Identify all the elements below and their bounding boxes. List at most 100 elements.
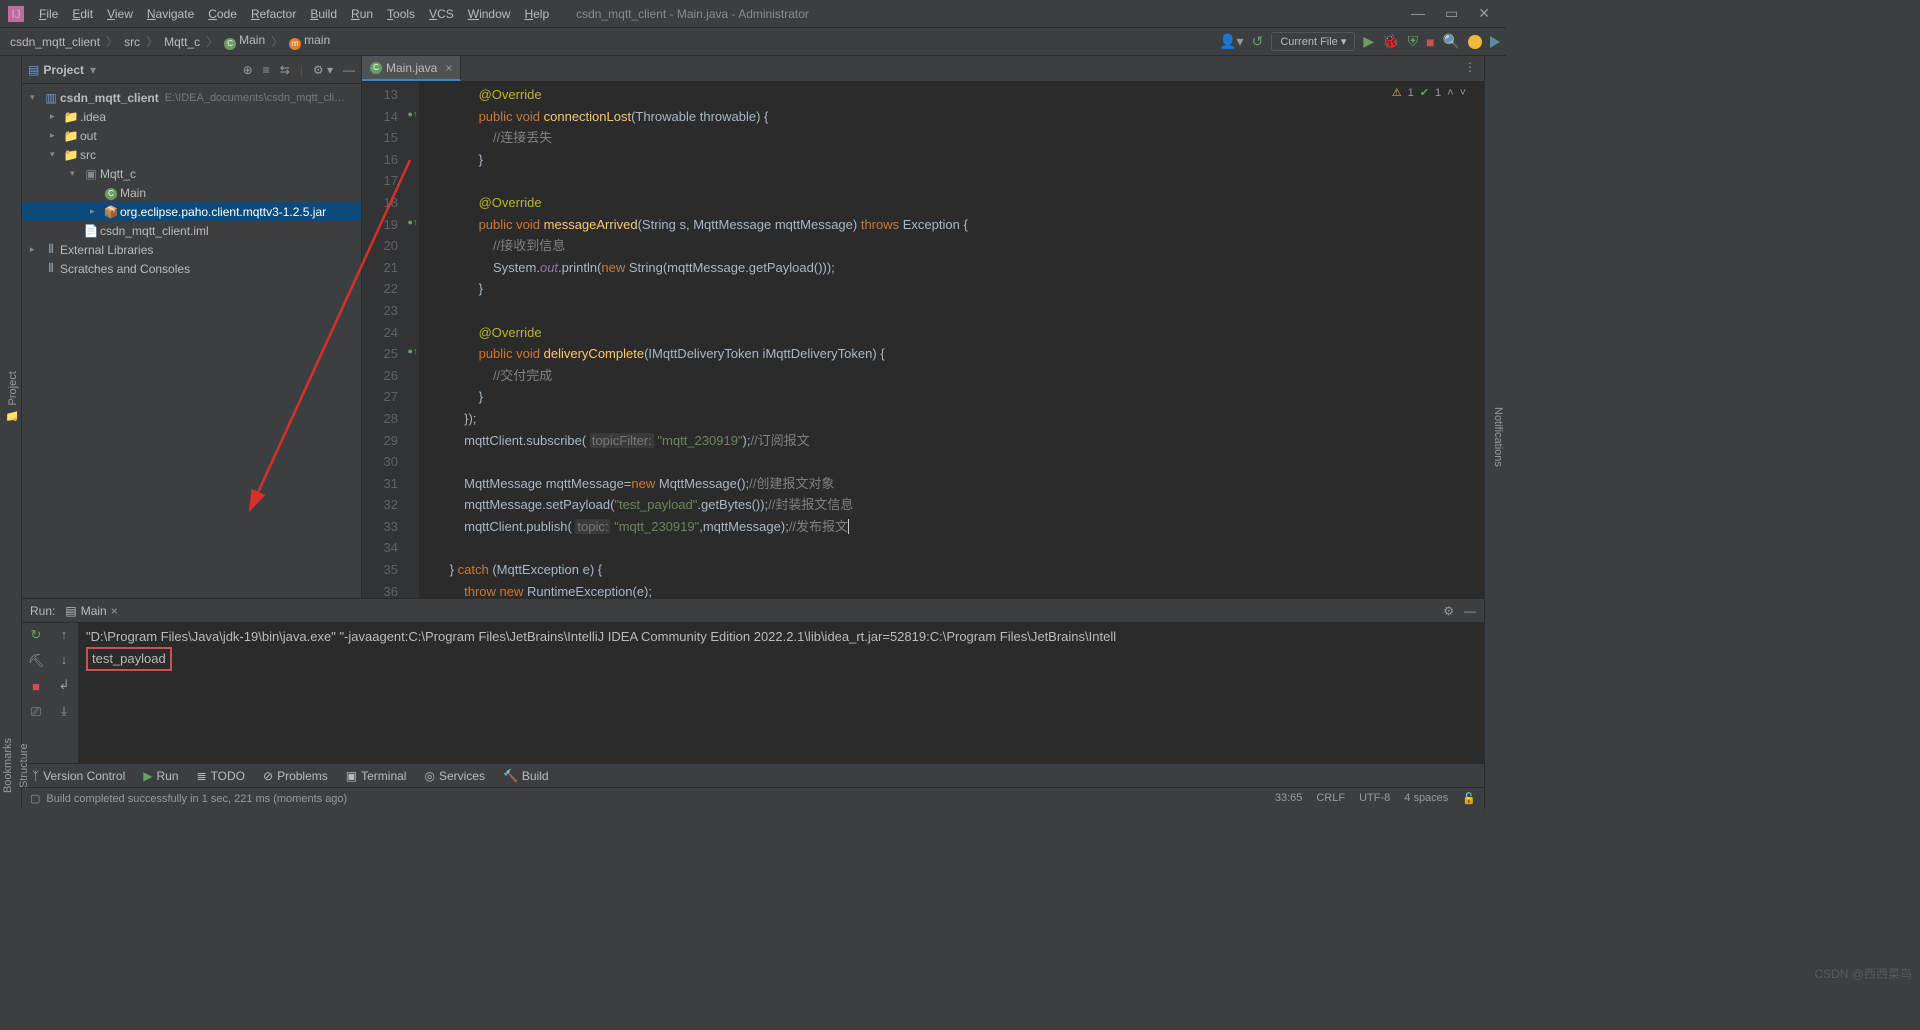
menu-help[interactable]: Help: [517, 3, 556, 25]
navigation-bar: csdn_mqtt_client〉 src〉 Mqtt_c〉 CMain〉 mm…: [0, 28, 1506, 56]
menu-tools[interactable]: Tools: [380, 3, 422, 25]
tabs-more-icon[interactable]: ⋮: [1456, 56, 1484, 81]
coverage-icon[interactable]: ⛨: [1408, 33, 1419, 50]
tree-node-jar[interactable]: ▸📦org.eclipse.paho.client.mqttv3-1.2.5.j…: [22, 202, 361, 221]
code-area[interactable]: @Override public void connectionLost(Thr…: [420, 82, 1484, 598]
run-config-selector[interactable]: Current File ▾: [1271, 32, 1355, 51]
console-line-highlighted: test_payload: [86, 647, 172, 671]
stop-icon[interactable]: ■: [32, 679, 40, 694]
run-tab-bottom[interactable]: ▶ Run: [143, 769, 178, 783]
run-label: Run:: [30, 604, 55, 618]
tree-node-scratches[interactable]: ⫴Scratches and Consoles: [22, 259, 361, 278]
line-separator[interactable]: CRLF: [1316, 792, 1345, 805]
console-line: "D:\Program Files\Java\jdk-19\bin\java.e…: [86, 627, 1476, 647]
close-run-tab-icon[interactable]: ×: [111, 604, 118, 618]
select-opened-file-icon[interactable]: ⊕: [243, 63, 253, 77]
indent-setting[interactable]: 4 spaces: [1404, 792, 1448, 805]
down-icon[interactable]: ↓: [61, 652, 68, 667]
gear-icon[interactable]: ⚙ ▾: [313, 63, 333, 77]
warning-icon: ⚠: [1392, 86, 1402, 99]
code-editor[interactable]: 1314151617181920212223242526272829303132…: [362, 82, 1484, 598]
problems-tab[interactable]: ⊘ Problems: [263, 769, 328, 783]
todo-tab[interactable]: ≣ TODO: [197, 769, 246, 783]
run-icon[interactable]: ▶: [1363, 33, 1374, 50]
expand-all-icon[interactable]: ≡: [263, 63, 270, 77]
maximize-icon[interactable]: ▭: [1445, 5, 1458, 22]
collapse-all-icon[interactable]: ⇆: [280, 63, 290, 77]
menu-view[interactable]: View: [100, 3, 140, 25]
class-icon: C: [370, 62, 382, 74]
tree-node-out[interactable]: ▸📁out: [22, 126, 361, 145]
structure-tool-tab[interactable]: Structure: [16, 730, 32, 801]
build-icon[interactable]: ↺: [1252, 33, 1264, 50]
caret-position[interactable]: 33:65: [1275, 792, 1303, 805]
search-icon[interactable]: 🔍: [1443, 33, 1460, 50]
tree-node-package[interactable]: ▾▣Mqtt_c: [22, 164, 361, 183]
close-icon[interactable]: ✕: [1478, 5, 1490, 22]
wrench-icon[interactable]: ⛏: [28, 653, 45, 669]
run-tab[interactable]: ▤ Main ×: [65, 604, 117, 618]
menu-run[interactable]: Run: [344, 3, 380, 25]
breadcrumb[interactable]: src: [120, 35, 144, 49]
menu-code[interactable]: Code: [201, 3, 244, 25]
scroll-to-end-icon[interactable]: ⤓: [61, 703, 67, 719]
breadcrumb[interactable]: Mqtt_c: [160, 35, 204, 49]
tree-node-idea[interactable]: ▸📁.idea: [22, 107, 361, 126]
editor-area: C Main.java × ⋮ 131415161718192021222324…: [362, 56, 1484, 598]
title-bar: IJ FileEditViewNavigateCodeRefactorBuild…: [0, 0, 1506, 28]
services-tab[interactable]: ◎ Services: [424, 769, 485, 783]
file-encoding[interactable]: UTF-8: [1359, 792, 1390, 805]
bottom-tool-tabs: ᛉ Version Control ▶ Run ≣ TODO ⊘ Problem…: [22, 763, 1484, 787]
tree-node-iml[interactable]: 📄csdn_mqtt_client.iml: [22, 221, 361, 240]
chevron-down-icon[interactable]: ▾: [90, 63, 96, 77]
debug-icon[interactable]: 🐞: [1382, 33, 1399, 50]
menu-refactor[interactable]: Refactor: [244, 3, 303, 25]
inspection-status[interactable]: ⚠1 ✔1 ˄ ˅: [1392, 86, 1466, 99]
project-tool-tab[interactable]: 📁 Project: [4, 64, 21, 730]
minimize-icon[interactable]: —: [1411, 5, 1425, 22]
tree-node-main-class[interactable]: CMain: [22, 183, 361, 202]
chevron-down-icon[interactable]: ˅: [1460, 87, 1466, 99]
ide-updates-icon[interactable]: [1468, 35, 1482, 49]
menu-edit[interactable]: Edit: [65, 3, 100, 25]
chevron-up-icon[interactable]: ˄: [1447, 87, 1453, 99]
tree-root[interactable]: ▾▥csdn_mqtt_clientE:\IDEA_documents\csdn…: [22, 88, 361, 107]
terminal-tab[interactable]: ▣ Terminal: [346, 769, 407, 783]
menu-file[interactable]: File: [32, 3, 65, 25]
hide-icon[interactable]: —: [343, 63, 355, 77]
stop-icon[interactable]: ■: [1426, 34, 1434, 50]
notifications-tool-tab[interactable]: Notifications: [1490, 64, 1506, 809]
build-tab[interactable]: 🔨 Build: [503, 769, 549, 783]
readonly-icon[interactable]: 🔓: [1462, 792, 1476, 805]
breadcrumb[interactable]: mmain: [285, 33, 334, 50]
bookmarks-tool-tab[interactable]: Bookmarks: [0, 730, 16, 801]
editor-tab-main[interactable]: C Main.java ×: [362, 56, 461, 81]
breadcrumb[interactable]: CMain: [220, 33, 269, 50]
run-header: Run: ▤ Main × ⚙ —: [22, 599, 1484, 623]
hide-icon[interactable]: —: [1464, 604, 1476, 618]
breadcrumb[interactable]: csdn_mqtt_client: [6, 35, 104, 49]
close-tab-icon[interactable]: ×: [445, 61, 452, 75]
menu-window[interactable]: Window: [461, 3, 518, 25]
camera-icon[interactable]: ⎚: [31, 704, 41, 720]
window-title: csdn_mqtt_client - Main.java - Administr…: [576, 7, 809, 21]
up-icon[interactable]: ↑: [61, 627, 68, 642]
gear-icon[interactable]: ⚙: [1443, 604, 1454, 618]
menu-vcs[interactable]: VCS: [422, 3, 461, 25]
console-output[interactable]: "D:\Program Files\Java\jdk-19\bin\java.e…: [78, 623, 1484, 763]
tree-node-external-libs[interactable]: ▸⫴External Libraries: [22, 240, 361, 259]
editor-tabs: C Main.java × ⋮: [362, 56, 1484, 82]
app-logo-icon: IJ: [8, 6, 24, 22]
soft-wrap-icon[interactable]: ↲: [59, 677, 70, 693]
tree-node-src[interactable]: ▾📁src: [22, 145, 361, 164]
user-icon[interactable]: 👤▾: [1219, 33, 1243, 50]
version-control-tab[interactable]: ᛉ Version Control: [32, 769, 125, 783]
menu-build[interactable]: Build: [303, 3, 344, 25]
code-with-me-icon[interactable]: [1490, 36, 1500, 48]
run-toolbar-left2: ↑ ↓ ↲ ⤓: [50, 623, 78, 763]
project-panel-header: ▤ Project ▾ ⊕ ≡ ⇆ | ⚙ ▾ —: [22, 56, 361, 84]
rerun-icon[interactable]: ↻: [31, 627, 42, 643]
project-tree[interactable]: ▾▥csdn_mqtt_clientE:\IDEA_documents\csdn…: [22, 84, 361, 282]
left-bottom-tool-strip: Structure Bookmarks: [0, 730, 22, 809]
menu-navigate[interactable]: Navigate: [140, 3, 201, 25]
